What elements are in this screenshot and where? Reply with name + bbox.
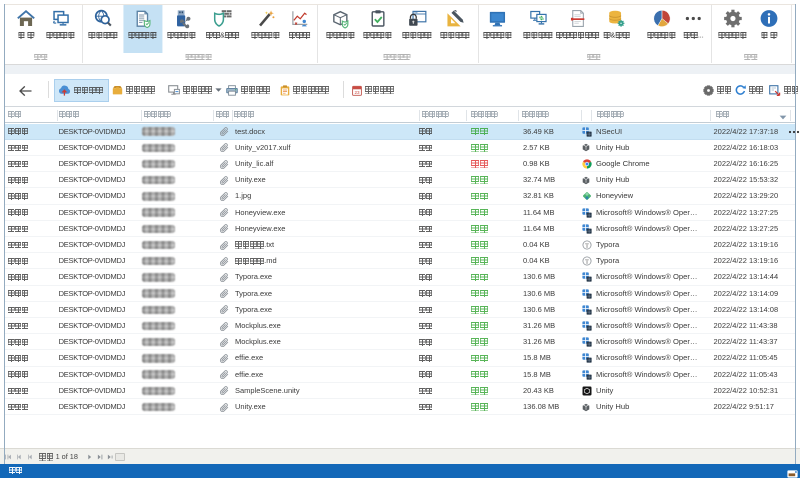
svg-text:T: T (585, 259, 589, 266)
svg-text:T: T (585, 242, 589, 249)
svg-text:23: 23 (354, 90, 360, 95)
